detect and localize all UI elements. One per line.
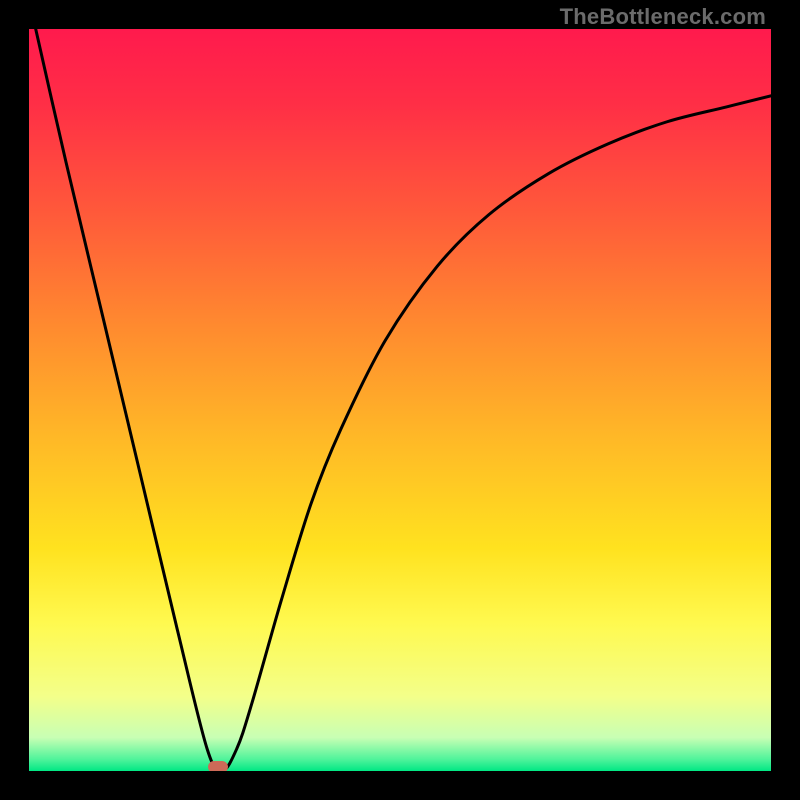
bottleneck-curve bbox=[29, 29, 771, 771]
chart-frame: TheBottleneck.com bbox=[0, 0, 800, 800]
plot-area bbox=[29, 29, 771, 771]
watermark-text: TheBottleneck.com bbox=[560, 4, 766, 30]
optimal-point-marker bbox=[208, 761, 228, 771]
curve-layer bbox=[29, 29, 771, 771]
